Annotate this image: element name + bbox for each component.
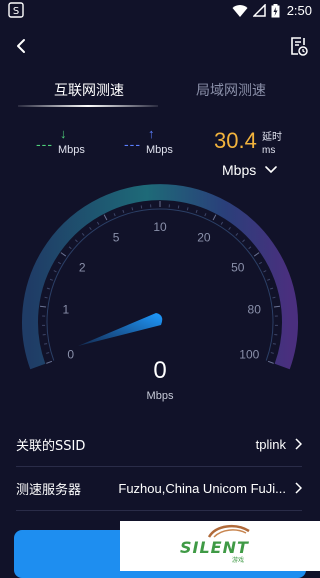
status-time: 2:50 bbox=[287, 3, 312, 18]
gauge-tick bbox=[61, 253, 66, 256]
watermark-logo-icon bbox=[206, 523, 252, 539]
gauge-minor-tick bbox=[229, 227, 231, 229]
gauge-minor-tick bbox=[205, 213, 206, 216]
gauge-minor-tick bbox=[187, 207, 188, 210]
server-value: Fuzhou,China Unicom FuJi... bbox=[118, 481, 286, 496]
server-row[interactable]: 测速服务器 Fuzhou,China Unicom FuJi... bbox=[16, 466, 302, 511]
gauge-minor-tick bbox=[242, 240, 244, 242]
gauge-scale-label: 20 bbox=[197, 231, 211, 245]
gauge-minor-tick bbox=[132, 207, 133, 210]
wifi-icon bbox=[232, 4, 248, 18]
gauge-minor-tick bbox=[97, 222, 99, 225]
gauge-minor-tick bbox=[270, 288, 273, 289]
gauge-minor-tick bbox=[236, 233, 238, 235]
gauge-minor-tick bbox=[82, 233, 84, 235]
gauge-tick bbox=[254, 253, 259, 256]
ping-unit: ms bbox=[262, 145, 275, 156]
gauge-minor-tick bbox=[259, 262, 262, 264]
gauge-scale-label: 50 bbox=[231, 261, 245, 275]
ssid-value: tplink bbox=[256, 437, 286, 452]
gauge-scale-label: 2 bbox=[79, 261, 86, 275]
server-value-group: Fuzhou,China Unicom FuJi... bbox=[118, 481, 302, 496]
gauge-minor-tick bbox=[46, 353, 49, 354]
gauge-minor-tick bbox=[221, 222, 223, 225]
gauge-minor-tick bbox=[114, 213, 115, 216]
gauge-layer: 012510205080100 bbox=[30, 192, 290, 366]
history-button[interactable] bbox=[286, 34, 310, 58]
watermark-subtext: 游戏 bbox=[232, 555, 244, 564]
tab-internet-speed[interactable]: 互联网测速 bbox=[54, 80, 124, 100]
gauge-minor-tick bbox=[273, 344, 276, 345]
gauge-scale-label: 10 bbox=[153, 220, 167, 234]
current-speed-unit: Mbps bbox=[0, 390, 320, 402]
gauge-minor-tick bbox=[271, 353, 274, 354]
tab-lan-speed[interactable]: 局域网测速 bbox=[196, 80, 266, 100]
download-arrow-icon: ↓ bbox=[60, 126, 67, 141]
gauge-minor-tick bbox=[44, 344, 47, 345]
download-value: --- bbox=[36, 136, 53, 152]
chevron-right-icon bbox=[294, 482, 302, 494]
gauge-tick bbox=[104, 215, 107, 220]
svg-text:S: S bbox=[13, 6, 19, 17]
upload-unit: Mbps bbox=[146, 144, 173, 156]
gauge-arc bbox=[30, 192, 290, 366]
gauge-minor-tick bbox=[264, 271, 267, 272]
back-button[interactable] bbox=[10, 34, 34, 58]
gauge-minor-tick bbox=[123, 210, 124, 213]
gauge-minor-tick bbox=[58, 262, 61, 264]
ssid-row[interactable]: 关联的SSID tplink bbox=[16, 422, 302, 467]
gauge-scale-label: 80 bbox=[248, 303, 262, 317]
chevron-left-icon bbox=[10, 34, 34, 58]
upload-value: --- bbox=[124, 136, 141, 152]
gauge-tick bbox=[213, 215, 216, 220]
ssid-value-group: tplink bbox=[256, 437, 302, 452]
history-icon bbox=[286, 34, 310, 58]
upload-arrow-icon: ↑ bbox=[148, 126, 155, 141]
gauge-scale-label: 1 bbox=[62, 303, 69, 317]
gauge-minor-tick bbox=[54, 271, 57, 272]
download-unit: Mbps bbox=[58, 144, 85, 156]
app-logo-icon: S bbox=[8, 2, 24, 18]
gauge-minor-tick bbox=[272, 297, 275, 298]
ping-label: 延时 bbox=[262, 128, 282, 143]
gauge-tick bbox=[274, 306, 280, 307]
tab-indicator bbox=[18, 105, 158, 107]
gauge-minor-tick bbox=[69, 247, 71, 249]
current-speed-value: 0 bbox=[0, 357, 320, 385]
speed-gauge: 012510205080100 bbox=[0, 170, 320, 370]
chevron-right-icon bbox=[294, 438, 302, 450]
ping-value: 30.4 bbox=[214, 128, 257, 154]
signal-icon bbox=[253, 4, 266, 17]
gauge-minor-tick bbox=[50, 279, 53, 280]
gauge-minor-tick bbox=[47, 288, 50, 289]
gauge-scale-label: 5 bbox=[113, 231, 120, 245]
gauge-tick bbox=[40, 306, 46, 307]
gauge-minor-tick bbox=[196, 210, 197, 213]
gauge-minor-tick bbox=[267, 279, 270, 280]
gauge-minor-tick bbox=[45, 297, 48, 298]
app-bar bbox=[0, 28, 320, 64]
server-label: 测速服务器 bbox=[16, 479, 81, 498]
gauge-minor-tick bbox=[75, 240, 77, 242]
battery-icon bbox=[271, 4, 280, 18]
ssid-label: 关联的SSID bbox=[16, 435, 85, 454]
gauge-minor-tick bbox=[90, 227, 92, 229]
status-bar: S 2:50 bbox=[0, 0, 320, 22]
gauge-minor-tick bbox=[249, 247, 251, 249]
gauge-needle bbox=[78, 313, 162, 346]
